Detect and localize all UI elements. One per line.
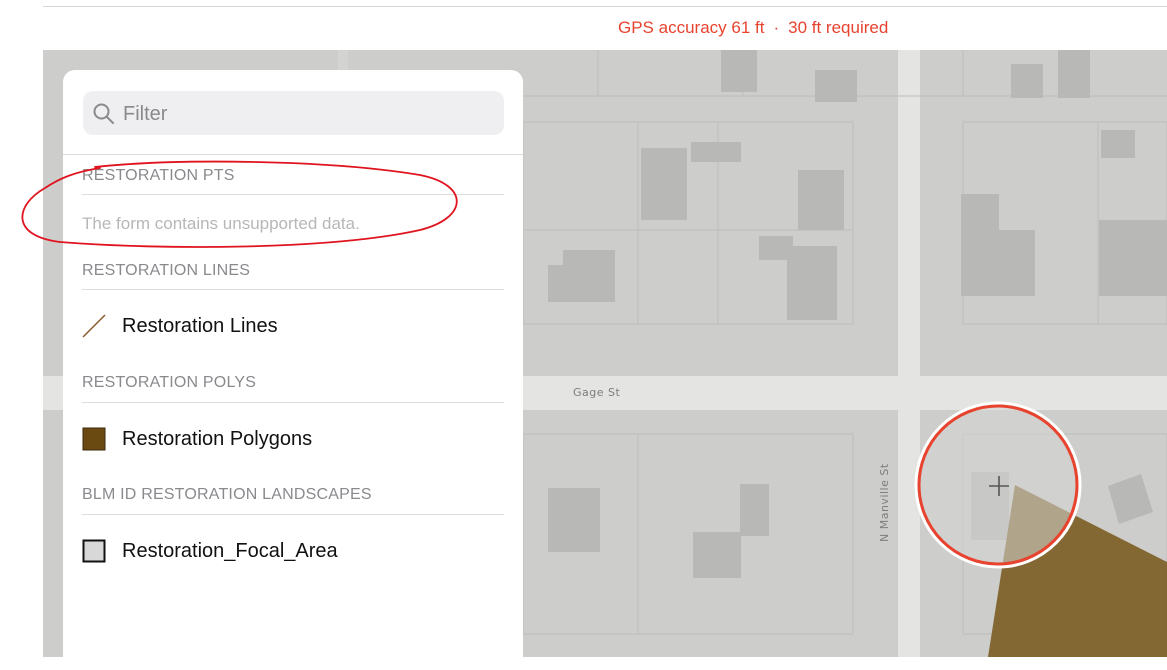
gps-accuracy-text: GPS accuracy 61 ft — [618, 18, 765, 37]
layer-label: Restoration_Focal_Area — [122, 540, 338, 562]
section-header-restoration-lines: RESTORATION LINES — [82, 262, 251, 279]
plus-icon[interactable] — [988, 475, 1010, 497]
layer-panel: RESTORATION PTS The form contains unsupp… — [63, 70, 523, 670]
road-manville-st — [898, 50, 920, 657]
street-label-manville: N Manville St — [878, 463, 891, 542]
polygon-symbol-icon — [82, 427, 106, 451]
layer-label: Restoration Polygons — [122, 428, 313, 450]
section-divider — [82, 514, 504, 515]
gps-separator: · — [773, 18, 780, 37]
status-bar: GPS accuracy 61 ft · 30 ft required — [0, 0, 1167, 50]
street-label-gage: Gage St — [573, 386, 621, 399]
section-divider — [82, 402, 504, 403]
search-input[interactable] — [121, 91, 495, 137]
search-field[interactable] — [83, 91, 504, 137]
line-symbol-icon — [82, 314, 106, 338]
layer-label: Restoration Lines — [122, 315, 278, 337]
section-header-blm-landscapes: BLM ID RESTORATION LANDSCAPES — [82, 486, 372, 503]
section-header-restoration-pts: RESTORATION PTS — [82, 167, 235, 184]
section-divider — [82, 194, 504, 195]
top-divider — [43, 6, 1167, 7]
area-symbol-icon — [82, 539, 106, 563]
layer-item-restoration-lines[interactable]: Restoration Lines — [82, 308, 504, 344]
layer-item-restoration-focal-area[interactable]: Restoration_Focal_Area — [82, 533, 504, 569]
unsupported-data-message: The form contains unsupported data. — [82, 214, 360, 233]
panel-divider — [63, 154, 523, 155]
gps-status: GPS accuracy 61 ft · 30 ft required — [618, 18, 888, 38]
layer-item-restoration-polygons[interactable]: Restoration Polygons — [82, 421, 504, 457]
section-header-restoration-polys: RESTORATION POLYS — [82, 374, 257, 391]
section-divider — [82, 289, 504, 290]
search-icon — [93, 103, 114, 124]
gps-required-text: 30 ft required — [788, 18, 889, 37]
